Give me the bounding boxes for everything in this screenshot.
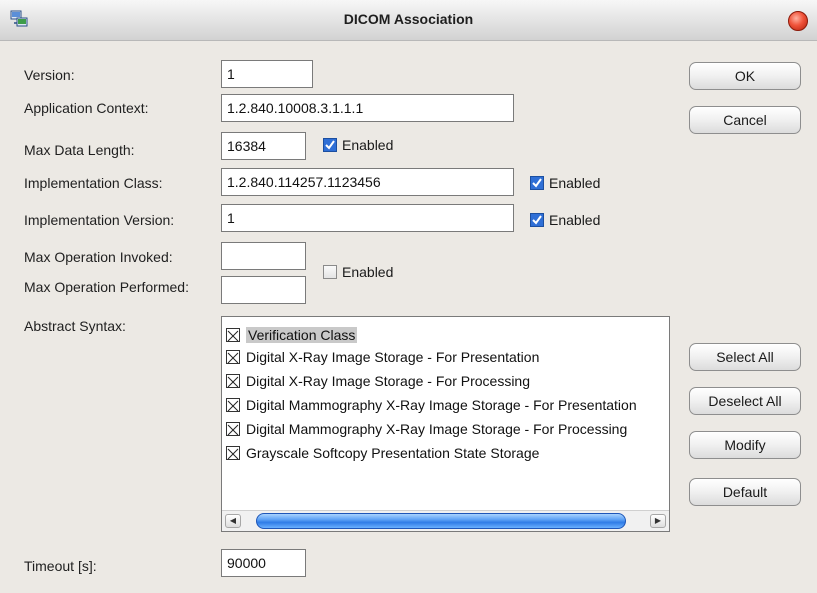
scroll-left-arrow-icon[interactable]: ◀ [225,514,241,528]
default-button[interactable]: Default [689,478,801,506]
check-icon [530,176,544,190]
version-field[interactable]: 1 [221,60,313,88]
horizontal-scrollbar[interactable]: ◀ ▶ [222,510,669,531]
impl-class-enabled-checkbox[interactable]: Enabled [530,175,600,191]
list-item-label: Verification Class [246,327,358,343]
max-data-length-field[interactable]: 16384 [221,132,306,160]
list-item[interactable]: Digital Mammography X-Ray Image Storage … [226,419,627,439]
check-icon [323,138,337,152]
list-item[interactable]: Digital X-Ray Image Storage - For Presen… [226,347,539,367]
select-all-button[interactable]: Select All [689,343,801,371]
x-box-icon[interactable] [226,328,240,342]
max-op-enabled-checkbox[interactable]: Enabled [323,264,393,280]
timeout-field[interactable]: 90000 [221,549,306,577]
x-box-icon[interactable] [226,374,240,388]
window-title: DICOM Association [343,11,474,27]
timeout-label: Timeout [s]: [24,558,97,574]
x-box-icon[interactable] [226,398,240,412]
max-data-length-label: Max Data Length: [24,142,135,158]
max-op-performed-label: Max Operation Performed: [24,279,189,295]
cancel-button[interactable]: Cancel [689,106,801,134]
check-icon [530,213,544,227]
impl-class-label: Implementation Class: [24,175,163,191]
scroll-right-arrow-icon[interactable]: ▶ [650,514,666,528]
abstract-syntax-list[interactable]: Verification Class Digital X-Ray Image S… [221,316,670,532]
impl-version-label: Implementation Version: [24,212,175,228]
deselect-all-button[interactable]: Deselect All [689,387,801,415]
enabled-label: Enabled [342,264,394,280]
scrollbar-thumb[interactable] [256,513,626,529]
list-item[interactable]: Verification Class [226,325,358,345]
list-item-label: Digital Mammography X-Ray Image Storage … [246,421,628,437]
max-op-performed-field[interactable] [221,276,306,304]
list-item-label: Digital X-Ray Image Storage - For Presen… [246,349,540,365]
impl-version-field[interactable]: 1 [221,204,514,232]
impl-version-enabled-checkbox[interactable]: Enabled [530,212,600,228]
abstract-syntax-label: Abstract Syntax: [24,318,126,334]
ok-button[interactable]: OK [689,62,801,90]
version-label: Version: [24,67,75,83]
x-box-icon[interactable] [226,350,240,364]
title-bar[interactable]: DICOM Association [0,0,817,41]
enabled-label: Enabled [342,137,394,153]
app-context-label: Application Context: [24,100,149,116]
list-item-label: Digital Mammography X-Ray Image Storage … [246,397,637,413]
impl-class-field[interactable]: 1.2.840.114257.1123456 [221,168,514,196]
list-item-label: Digital X-Ray Image Storage - For Proces… [246,373,530,389]
enabled-label: Enabled [549,212,601,228]
close-icon[interactable] [788,11,808,31]
max-op-invoked-label: Max Operation Invoked: [24,249,173,265]
dicom-association-dialog: DICOM Association Version: 1 Application… [0,0,817,593]
checkbox-empty-icon [323,265,337,279]
x-box-icon[interactable] [226,446,240,460]
list-item-label: Grayscale Softcopy Presentation State St… [246,445,540,461]
list-item[interactable]: Digital Mammography X-Ray Image Storage … [226,395,637,415]
app-context-field[interactable]: 1.2.840.10008.3.1.1.1 [221,94,514,122]
enabled-label: Enabled [549,175,601,191]
x-box-icon[interactable] [226,422,240,436]
list-item[interactable]: Digital X-Ray Image Storage - For Proces… [226,371,530,391]
max-op-invoked-field[interactable] [221,242,306,270]
list-item[interactable]: Grayscale Softcopy Presentation State St… [226,443,539,463]
max-data-length-enabled-checkbox[interactable]: Enabled [323,137,393,153]
modify-button[interactable]: Modify [689,431,801,459]
